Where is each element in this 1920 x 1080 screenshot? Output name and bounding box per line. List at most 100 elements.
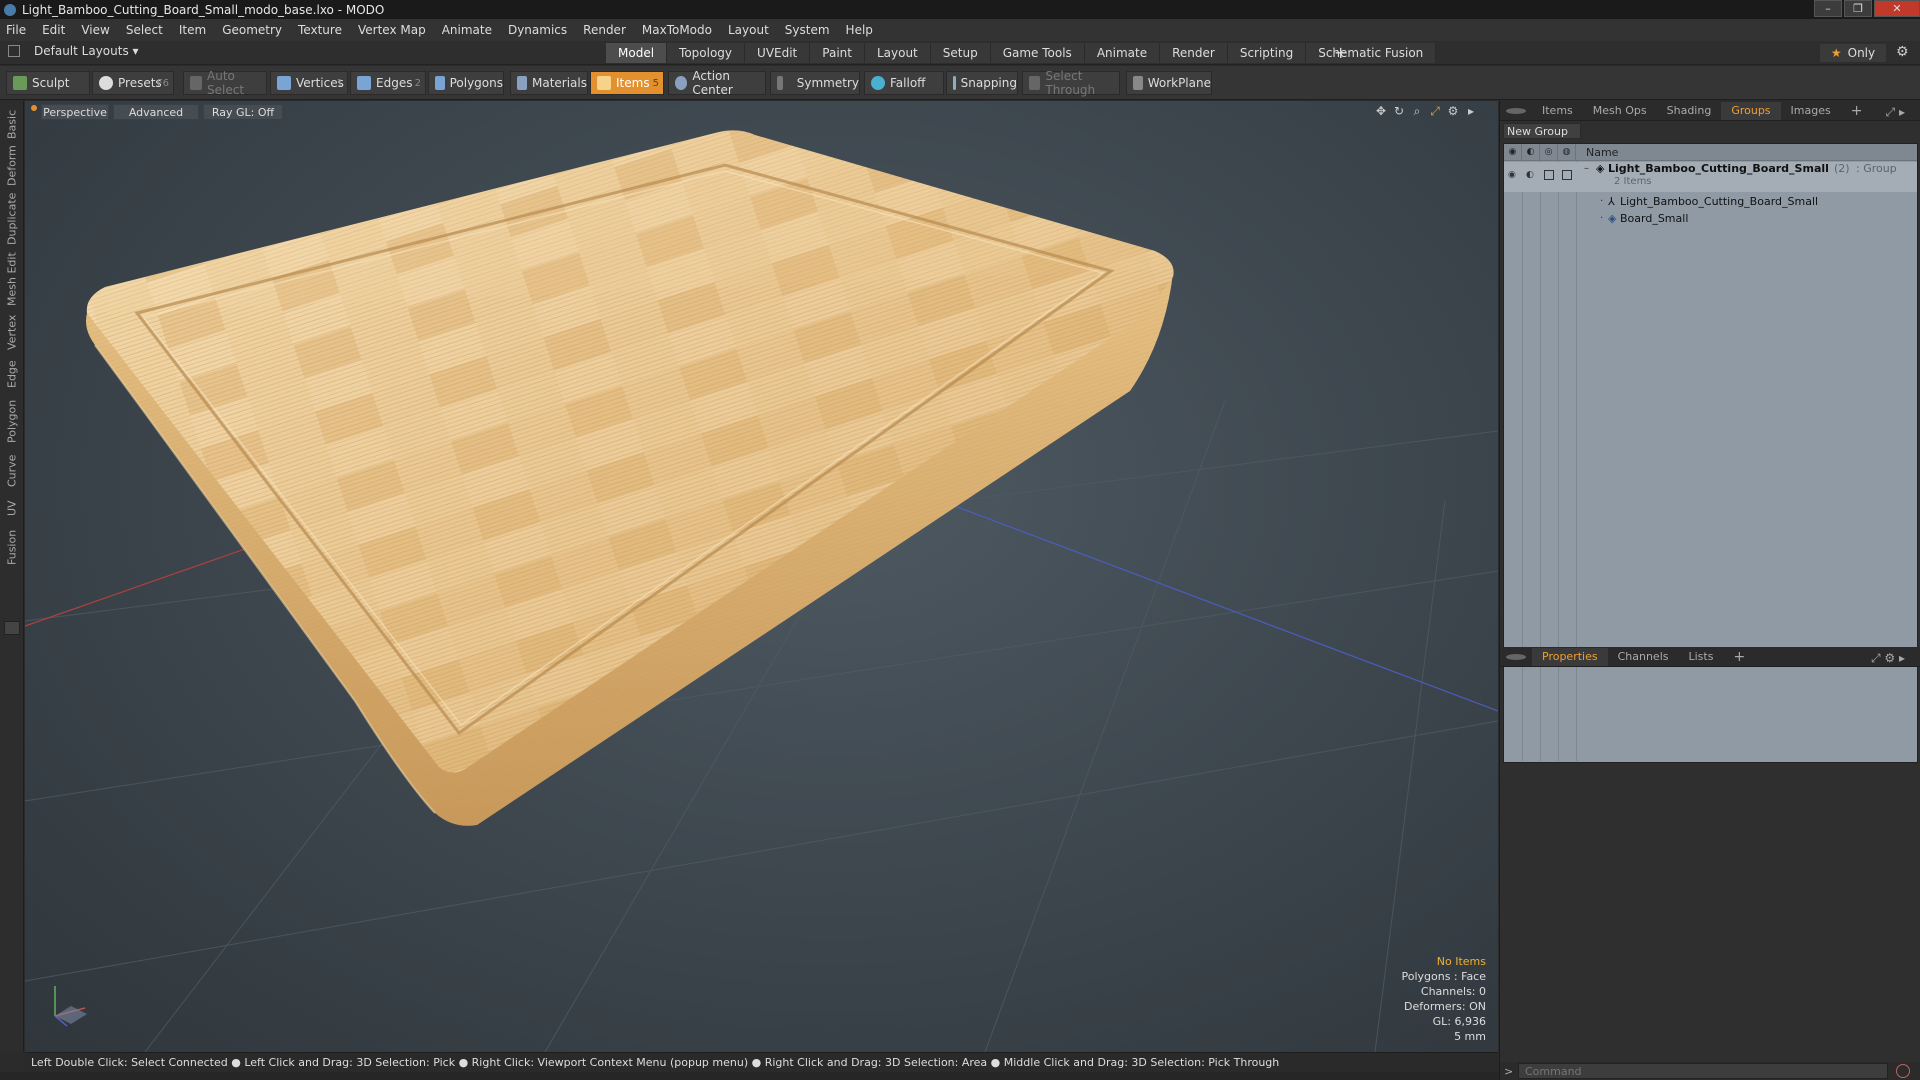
vtab-mesh-edit[interactable]: Mesh Edit xyxy=(3,251,21,307)
menu-maxtomodo[interactable]: MaxToModo xyxy=(642,23,712,37)
tab-game-tools[interactable]: Game Tools xyxy=(990,43,1085,63)
visibility-col-icon[interactable]: ◉ xyxy=(1504,144,1522,161)
tab-render[interactable]: Render xyxy=(1160,43,1228,63)
group-row[interactable]: ◉ ◐ – ◈ Light_Bamboo_Cutting_Board_Small… xyxy=(1504,162,1917,192)
tab-items[interactable]: Items xyxy=(1532,102,1583,120)
menu-animate[interactable]: Animate xyxy=(442,23,492,37)
tree-row-mesh[interactable]: · ⅄ Light_Bamboo_Cutting_Board_Small xyxy=(1504,193,1917,209)
vtab-curve[interactable]: Curve xyxy=(3,451,21,491)
maximize-button[interactable]: ❐ xyxy=(1844,0,1872,17)
edges-button[interactable]: Edges 2 xyxy=(350,71,426,95)
close-button[interactable]: ✕ xyxy=(1874,0,1920,17)
tab-schematic-fusion[interactable]: Schematic Fusion xyxy=(1306,43,1437,63)
tab-uvedit[interactable]: UVEdit xyxy=(745,43,811,63)
menu-item[interactable]: Item xyxy=(179,23,206,37)
command-input[interactable] xyxy=(1518,1063,1888,1079)
tab-setup[interactable]: Setup xyxy=(930,43,991,63)
vtab-uv[interactable]: UV xyxy=(3,495,21,521)
tab-scripting[interactable]: Scripting xyxy=(1227,43,1307,63)
3d-viewport[interactable]: Perspective Advanced Ray GL: Off ✥ ↻ ⌕ ⤢… xyxy=(25,101,1498,1052)
menu-file[interactable]: File xyxy=(6,23,26,37)
vtab-duplicate[interactable]: Duplicate xyxy=(3,191,21,247)
shading-button[interactable]: Advanced xyxy=(113,104,199,120)
menu-help[interactable]: Help xyxy=(846,23,873,37)
falloff-button[interactable]: Falloff xyxy=(864,71,944,95)
add-panel-tab-icon[interactable]: + xyxy=(1841,102,1873,120)
zoom-view-icon[interactable]: ⌕ xyxy=(1408,104,1426,119)
viewport-expand-icon[interactable]: ▸ xyxy=(1462,104,1480,119)
panel-menu-dot[interactable] xyxy=(1506,107,1526,114)
menu-select[interactable]: Select xyxy=(126,23,163,37)
tab-properties[interactable]: Properties xyxy=(1532,647,1608,666)
panel-expand-icon[interactable]: ⤢ ▸ xyxy=(1876,103,1915,121)
scene-render[interactable] xyxy=(25,101,1498,1052)
command-record-icon[interactable] xyxy=(1896,1064,1910,1078)
perspective-button[interactable]: Perspective xyxy=(41,104,109,120)
menu-edit[interactable]: Edit xyxy=(42,23,65,37)
vtab-edge[interactable]: Edge xyxy=(3,357,21,391)
move-view-icon[interactable]: ✥ xyxy=(1372,104,1390,119)
minimize-button[interactable]: – xyxy=(1814,0,1842,17)
add-props-tab-icon[interactable]: + xyxy=(1723,648,1755,666)
select-col-icon[interactable]: ◍ xyxy=(1558,144,1576,161)
group-expand-icon[interactable]: – xyxy=(1584,163,1589,174)
symmetry-button[interactable]: Symmetry xyxy=(770,71,860,95)
tab-groups[interactable]: Groups xyxy=(1721,101,1781,120)
presets-button[interactable]: Presets F6 xyxy=(92,71,174,95)
items-button[interactable]: Items 5 xyxy=(590,71,664,95)
fit-view-icon[interactable]: ⤢ xyxy=(1426,104,1444,119)
groups-tree[interactable]: ◉ ◐ ◎ ◍ Name ◉ ◐ – ◈ Light_Bamboo_Cuttin… xyxy=(1503,143,1918,763)
tab-layout[interactable]: Layout xyxy=(864,43,931,63)
layout-dropdown[interactable]: Default Layouts ▾ xyxy=(8,44,139,58)
layout-collapse-icon[interactable] xyxy=(8,45,20,57)
sculpt-button[interactable]: Sculpt xyxy=(6,71,90,95)
tab-topology[interactable]: Topology xyxy=(667,43,746,63)
viewport-gear-icon[interactable]: ⚙ xyxy=(1444,104,1462,119)
menu-vertex-map[interactable]: Vertex Map xyxy=(358,23,426,37)
tab-animate[interactable]: Animate xyxy=(1084,43,1161,63)
menu-view[interactable]: View xyxy=(81,23,109,37)
select-through-button[interactable]: Select Through xyxy=(1022,69,1120,97)
workplane-button[interactable]: WorkPlane xyxy=(1126,71,1212,95)
vtab-polygon[interactable]: Polygon xyxy=(3,395,21,447)
snapping-button[interactable]: Snapping xyxy=(946,71,1018,95)
auto-select-button[interactable]: Auto Select xyxy=(183,69,267,97)
raygl-button[interactable]: Ray GL: Off xyxy=(203,104,283,120)
group-select-icon[interactable] xyxy=(1562,170,1572,180)
tab-images[interactable]: Images xyxy=(1781,102,1841,120)
menu-texture[interactable]: Texture xyxy=(298,23,342,37)
tab-lists[interactable]: Lists xyxy=(1679,648,1724,666)
new-group-button[interactable]: New Group xyxy=(1503,123,1581,139)
add-tab-icon[interactable]: + xyxy=(1334,43,1347,62)
props-panel-icons[interactable]: ⤢ ⚙ ▸ xyxy=(1861,649,1915,667)
tool-panel-toggle[interactable] xyxy=(4,621,20,635)
tree-row-board[interactable]: · ◈ Board_Small xyxy=(1504,210,1917,226)
tab-paint[interactable]: Paint xyxy=(810,43,865,63)
menu-render[interactable]: Render xyxy=(583,23,626,37)
tab-model[interactable]: Model xyxy=(606,43,668,63)
polygons-button[interactable]: Polygons xyxy=(428,71,504,95)
render-col-icon[interactable]: ◐ xyxy=(1522,144,1540,161)
command-history-icon[interactable]: > xyxy=(1504,1065,1518,1078)
menu-system[interactable]: System xyxy=(785,23,830,37)
vtab-vertex[interactable]: Vertex xyxy=(3,311,21,353)
materials-button[interactable]: Materials xyxy=(510,71,588,95)
viewport-menu-dot[interactable] xyxy=(31,105,37,111)
only-button[interactable]: ★ Only xyxy=(1820,44,1886,62)
tab-channels[interactable]: Channels xyxy=(1608,648,1679,666)
menu-geometry[interactable]: Geometry xyxy=(222,23,282,37)
tab-mesh-ops[interactable]: Mesh Ops xyxy=(1583,102,1657,120)
group-visibility-icon[interactable]: ◉ xyxy=(1508,170,1516,180)
group-lock-icon[interactable] xyxy=(1544,170,1554,180)
gear-icon[interactable]: ⚙ xyxy=(1896,44,1909,60)
vertices-button[interactable]: Vertices 1 xyxy=(270,71,348,95)
menu-dynamics[interactable]: Dynamics xyxy=(508,23,567,37)
name-column-header[interactable]: Name xyxy=(1576,146,1618,159)
lock-col-icon[interactable]: ◎ xyxy=(1540,144,1558,161)
vtab-basic[interactable]: Basic xyxy=(3,107,21,141)
group-render-icon[interactable]: ◐ xyxy=(1526,170,1534,180)
vtab-fusion[interactable]: Fusion xyxy=(3,525,21,569)
action-center-button[interactable]: Action Center xyxy=(668,69,766,97)
vtab-deform[interactable]: Deform xyxy=(3,145,21,187)
props-panel-menu-dot[interactable] xyxy=(1506,653,1526,660)
